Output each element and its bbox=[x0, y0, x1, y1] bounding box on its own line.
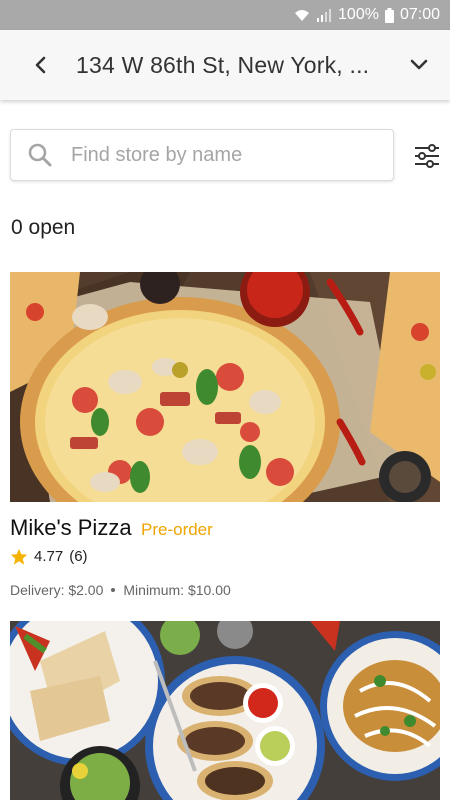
wifi-icon bbox=[295, 10, 310, 21]
signal-icon bbox=[317, 9, 332, 22]
rating-value: 4.77 bbox=[34, 548, 64, 565]
search-icon bbox=[15, 142, 65, 168]
separator-dot bbox=[111, 588, 116, 592]
back-button[interactable] bbox=[16, 30, 66, 100]
preorder-badge: Pre-order bbox=[141, 520, 213, 539]
clock: 07:00 bbox=[399, 6, 440, 23]
open-store-count: 0 open bbox=[11, 216, 76, 239]
address-dropdown-button[interactable] bbox=[394, 30, 444, 100]
store-image[interactable] bbox=[10, 272, 440, 502]
store-fees: Delivery: $2.00 Minimum: $10.00 bbox=[10, 582, 231, 598]
filter-button[interactable] bbox=[407, 138, 447, 174]
minimum-order: Minimum: $10.00 bbox=[123, 582, 231, 598]
battery-level: 100% bbox=[338, 6, 379, 23]
pizza-photo bbox=[10, 272, 440, 502]
store-name[interactable]: Mike's Pizza bbox=[10, 515, 132, 541]
tacos-photo bbox=[10, 621, 440, 800]
chevron-left-icon bbox=[35, 56, 46, 74]
search-input[interactable] bbox=[71, 143, 393, 167]
delivery-fee: Delivery: $2.00 bbox=[10, 582, 104, 598]
battery-icon bbox=[384, 7, 394, 23]
store-image[interactable] bbox=[10, 621, 440, 800]
review-count: (6) bbox=[69, 548, 88, 565]
chevron-down-icon bbox=[410, 59, 428, 70]
status-bar: 100% 07:00 bbox=[0, 0, 450, 30]
search-box[interactable] bbox=[10, 129, 394, 181]
filter-sliders-icon bbox=[415, 144, 439, 168]
delivery-address[interactable]: 134 W 86th St, New York, ... bbox=[76, 52, 394, 79]
store-rating: 4.77 (6) bbox=[10, 548, 88, 565]
app-bar: 134 W 86th St, New York, ... bbox=[0, 30, 450, 100]
star-icon bbox=[10, 548, 28, 565]
